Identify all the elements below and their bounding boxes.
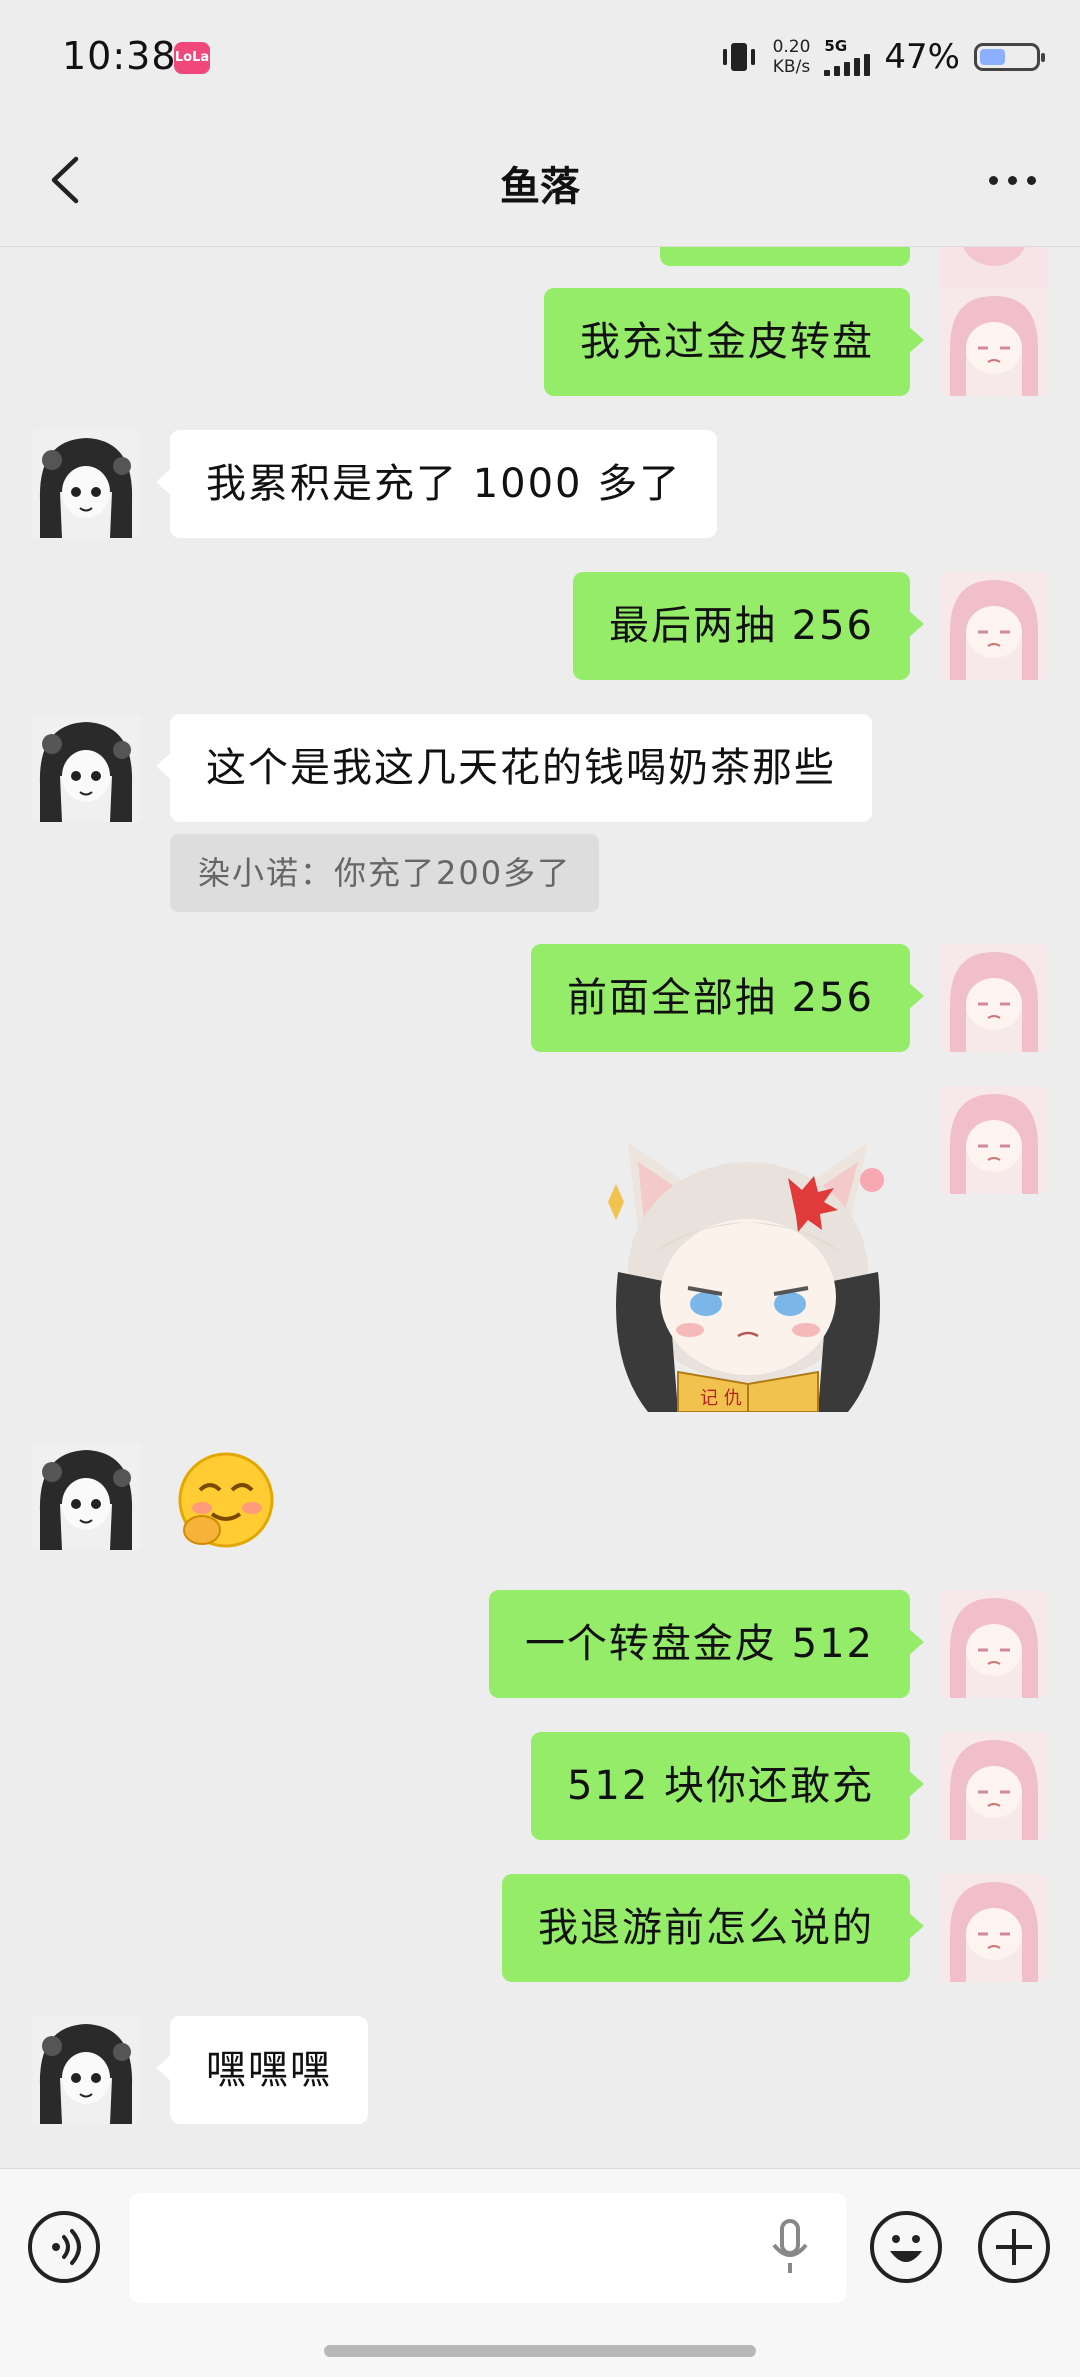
more-button[interactable]: [972, 150, 1052, 210]
status-time: 10:38: [62, 34, 177, 78]
chat-header: 鱼落: [0, 118, 1080, 247]
message-bubble[interactable]: 我累积是充了 1000 多了: [155, 430, 718, 538]
message-bubble[interactable]: 512 块你还敢充: [530, 1732, 925, 1840]
status-indicators: 0.20 KB/s 5G 47%: [719, 32, 1045, 82]
voice-icon: [52, 2229, 81, 2265]
signal-icon: [824, 54, 871, 76]
avatar-contact[interactable]: [32, 2016, 140, 2124]
battery-percent: 47%: [884, 37, 960, 77]
quoted-reply[interactable]: 染小诺：你充了200多了: [170, 834, 600, 912]
voice-button[interactable]: [28, 2211, 100, 2283]
plus-button[interactable]: [978, 2211, 1050, 2283]
message-bubble[interactable]: 前面全部抽 256: [530, 944, 925, 1052]
avatar-contact[interactable]: [32, 714, 140, 822]
sticker-catgirl-angry-notebook[interactable]: 记 仇: [588, 1122, 908, 1413]
message-input[interactable]: [130, 2193, 846, 2303]
mic-button[interactable]: [770, 2219, 810, 2275]
avatar-contact[interactable]: [32, 1442, 140, 1550]
message-list[interactable]: 我充过金皮转盘 我累积是充了 1000 多了 最后两抽 256 这个是我这几天花…: [0, 246, 1080, 2168]
status-bar: 10:38 LoLa 0.20 KB/s 5G 47%: [0, 0, 1080, 118]
avatar-me[interactable]: [940, 1590, 1048, 1698]
message-bubble[interactable]: 我充过金皮转盘: [544, 288, 924, 396]
plus-icon: [996, 2229, 1032, 2265]
more-dots-icon: [988, 175, 1036, 185]
message-bubble[interactable]: 我退游前怎么说的: [502, 1874, 924, 1982]
avatar-contact[interactable]: [32, 430, 140, 538]
avatar-me[interactable]: [940, 246, 1048, 294]
network-type: 5G: [824, 37, 848, 55]
vibrate-icon: [722, 43, 755, 71]
network-speed: 0.20 KB/s: [772, 37, 811, 77]
avatar-me[interactable]: [940, 944, 1048, 1052]
avatar-me[interactable]: [940, 288, 1048, 396]
chat-title: 鱼落: [500, 164, 580, 210]
signal-group: 5G: [824, 37, 871, 76]
message-bubble[interactable]: 嘿嘿嘿: [156, 2016, 368, 2124]
message-bubble[interactable]: 这个是我这几天花的钱喝奶茶那些: [156, 714, 872, 822]
message-bubble[interactable]: 最后两抽 256: [572, 572, 925, 680]
input-bar: [0, 2168, 1080, 2377]
avatar-me[interactable]: [940, 1874, 1048, 1982]
home-indicator[interactable]: [324, 2345, 756, 2357]
app-notification-icon: LoLa: [174, 42, 210, 74]
avatar-me[interactable]: [940, 1732, 1048, 1840]
emoji-button[interactable]: [870, 2211, 942, 2283]
mic-icon: [772, 2219, 808, 2273]
message-bubble-partial[interactable]: [660, 246, 910, 266]
battery-level: [980, 49, 1006, 65]
avatar-me[interactable]: [940, 572, 1048, 680]
message-bubble[interactable]: 一个转盘金皮 512: [488, 1590, 925, 1698]
battery-icon: [974, 43, 1045, 71]
blushing-smile-emoji[interactable]: [170, 1450, 280, 1550]
avatar-me[interactable]: [940, 1086, 1048, 1194]
emoji-icon: [890, 2235, 922, 2262]
sticker-text: 记 仇: [700, 1388, 742, 1409]
